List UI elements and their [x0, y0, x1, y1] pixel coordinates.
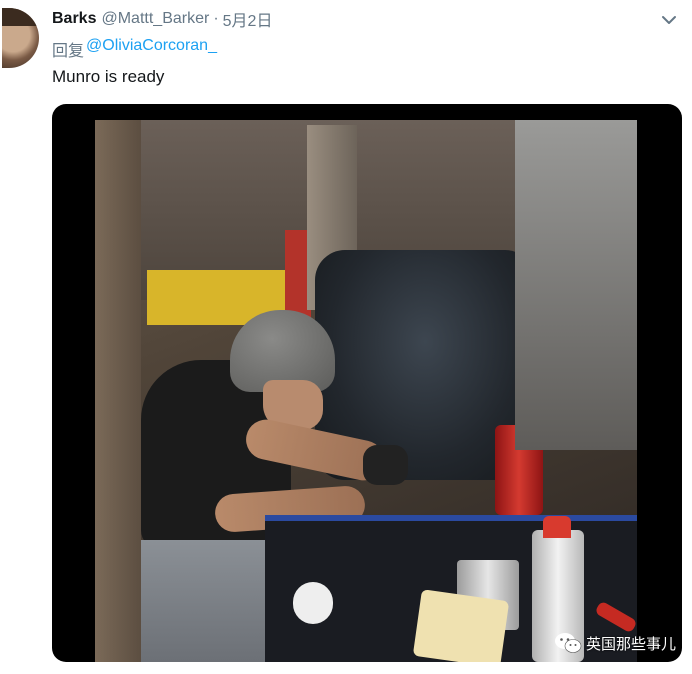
tweet-media[interactable]: 英国那些事儿 [52, 104, 682, 662]
tweet-header: Barks @Mattt_Barker · 5月2日 [52, 7, 272, 31]
reply-mention-link[interactable]: @OliviaCorcoran_ [86, 37, 217, 61]
photo-right-truck [515, 120, 637, 450]
separator-dot: · [213, 10, 219, 27]
photo-glove [363, 445, 408, 485]
photo-wall [95, 120, 141, 662]
tweet-date[interactable]: 5月2日 [223, 7, 273, 31]
photo-jeans [141, 540, 281, 662]
watermark-text: 英国那些事儿 [585, 635, 676, 653]
tweet-text: Munro is ready [52, 67, 165, 86]
author-handle[interactable]: @Mattt_Barker [101, 10, 209, 28]
avatar[interactable] [2, 8, 39, 68]
chevron-down-icon[interactable] [661, 14, 677, 26]
engine-photo [95, 120, 637, 662]
avatar-hair [2, 8, 39, 26]
reply-context: 回复 @OliviaCorcoran_ [52, 37, 217, 61]
reply-label: 回复 [52, 43, 85, 60]
photo-paper-towel [412, 589, 510, 662]
author-name[interactable]: Barks [52, 10, 96, 28]
wechat-icon [554, 633, 582, 653]
photo-spray-cap [543, 516, 571, 538]
photo-white-bottle [293, 582, 333, 624]
watermark: 英国那些事儿 [554, 632, 676, 654]
